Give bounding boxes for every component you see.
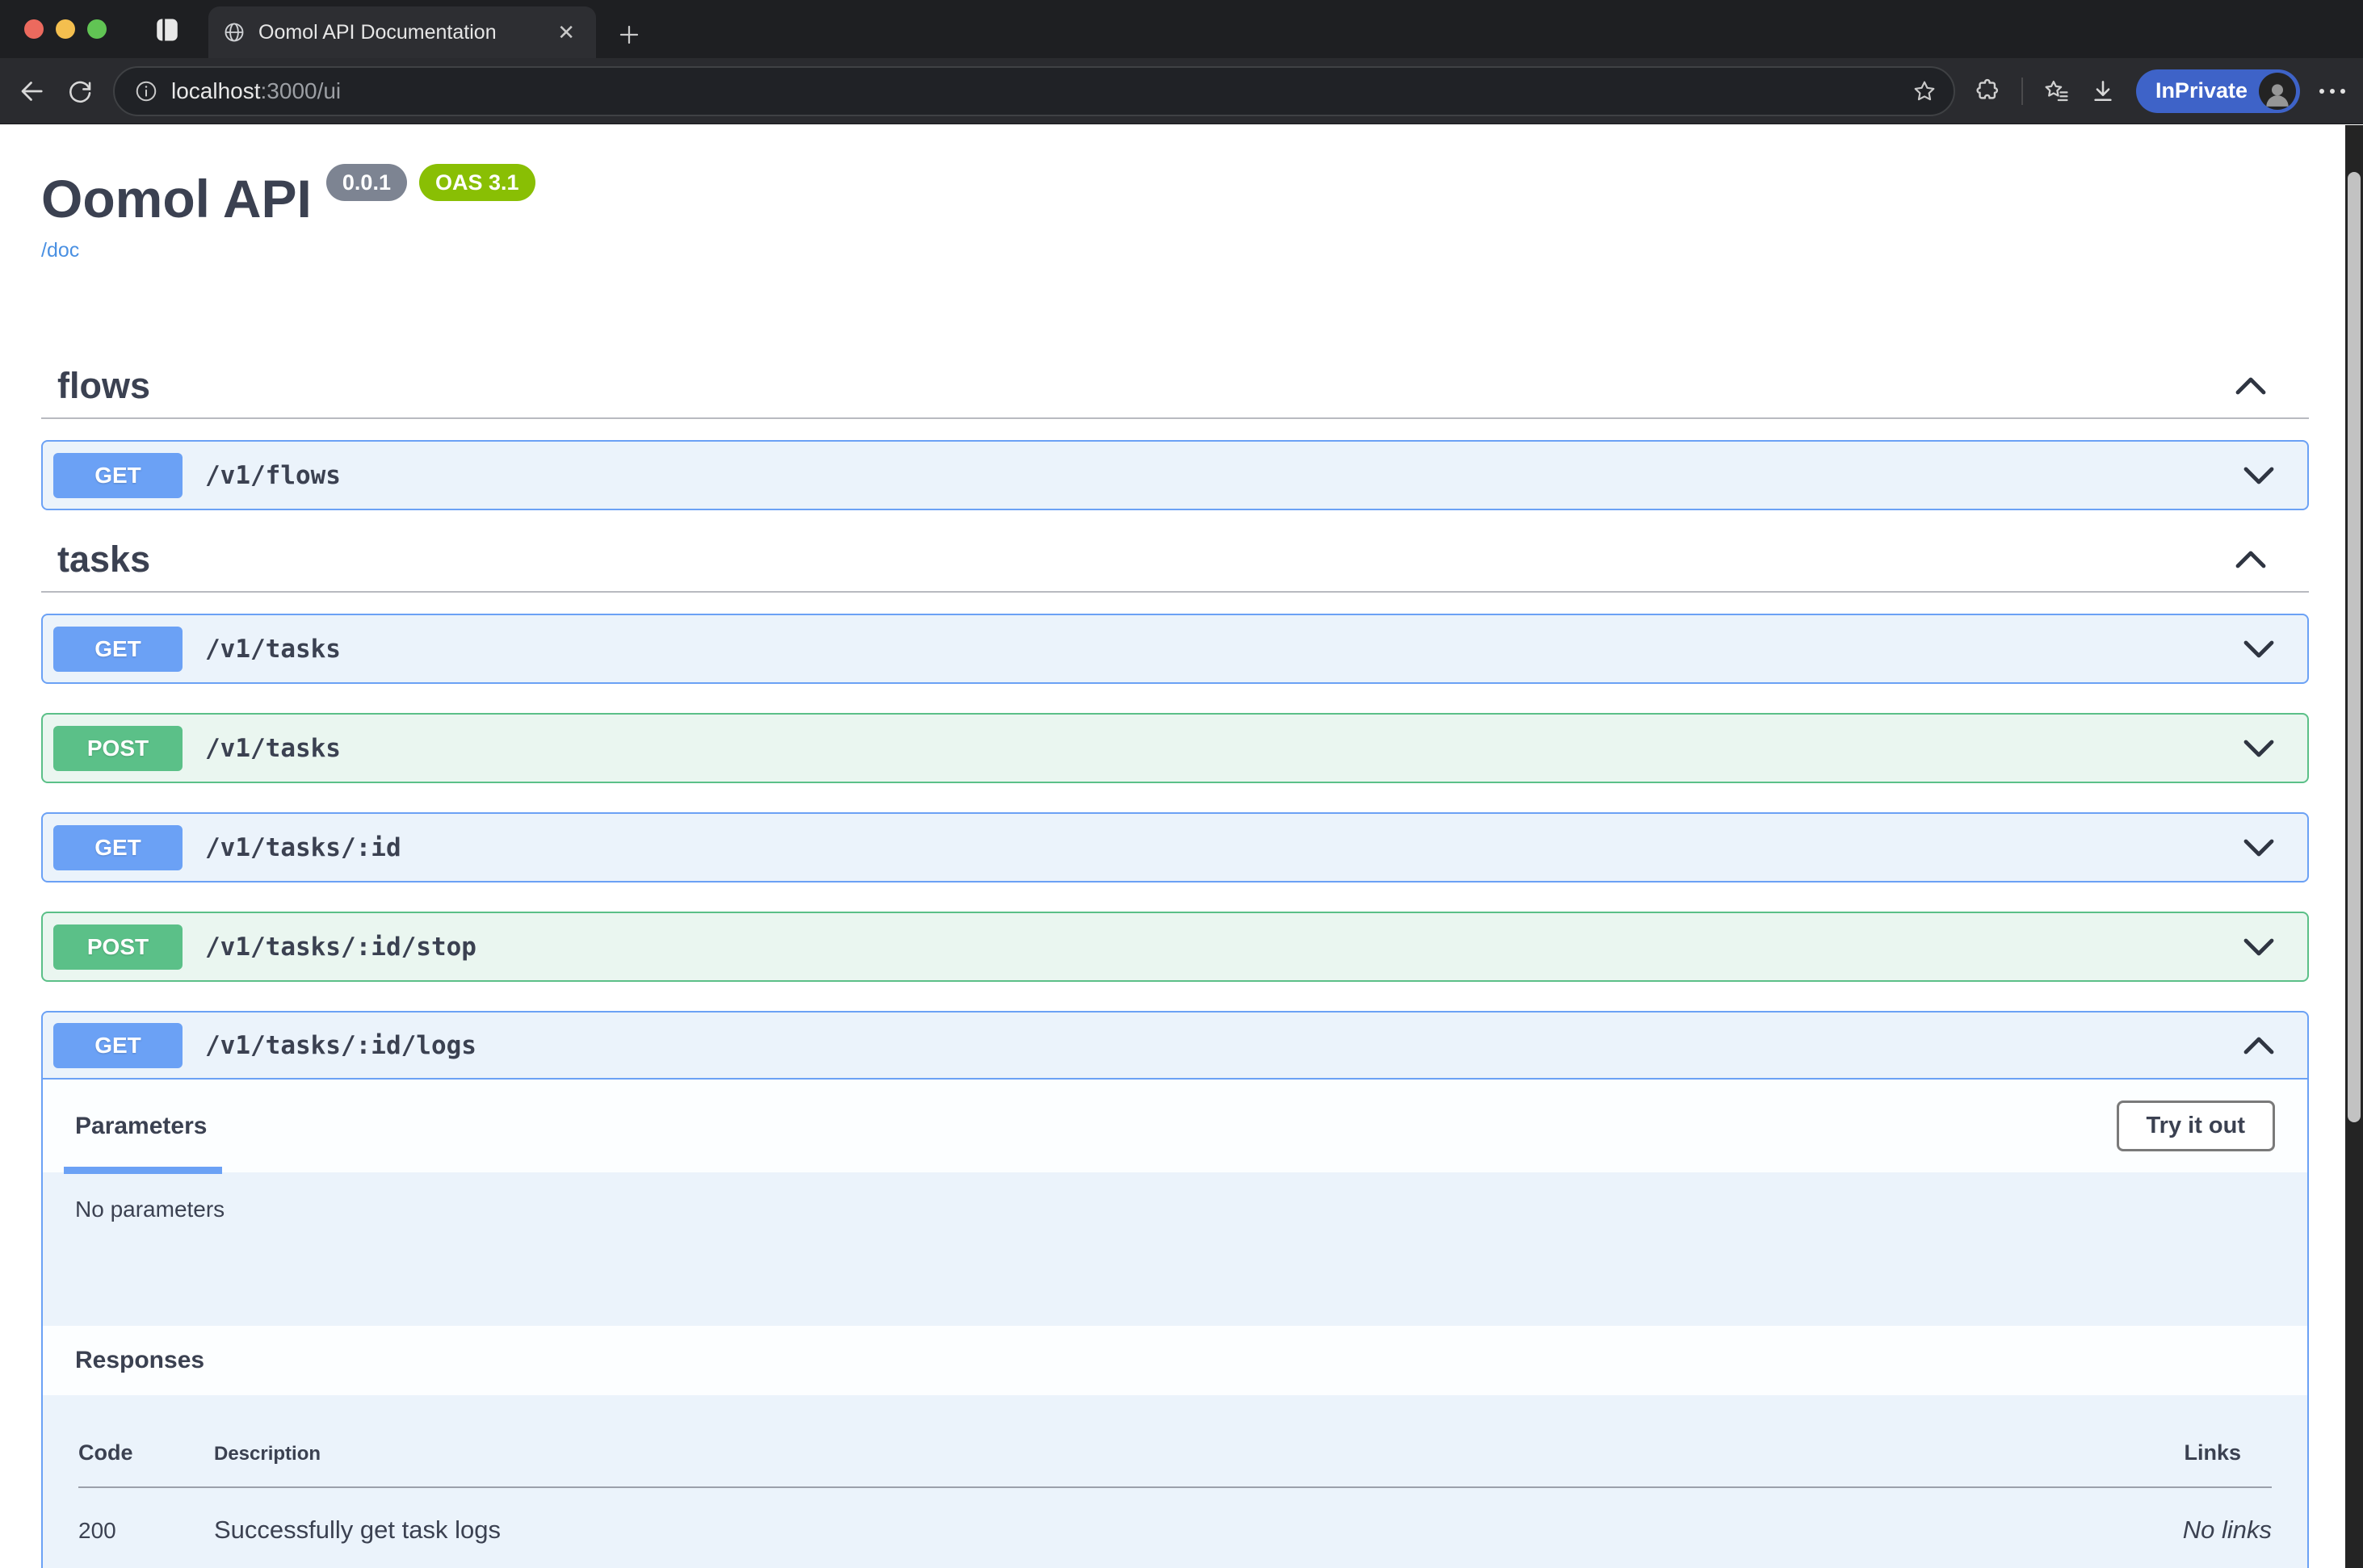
collections-star-icon[interactable] <box>2042 78 2070 105</box>
method-badge: GET <box>53 1023 183 1068</box>
column-header-code: Code <box>78 1440 214 1465</box>
chevron-up-icon[interactable] <box>2235 550 2267 569</box>
extensions-puzzle-icon[interactable] <box>1975 78 2002 105</box>
site-info-icon[interactable] <box>134 79 158 103</box>
page-title: Oomol API <box>41 172 312 225</box>
scrollbar-thumb[interactable] <box>2348 172 2361 1122</box>
chevron-down-icon[interactable] <box>2243 466 2275 485</box>
section-tasks: tasks GET /v1/tasks <box>41 539 2309 1568</box>
toolbar-divider <box>2021 78 2023 105</box>
url-text[interactable]: localhost:3000/ui <box>171 78 341 104</box>
section-flows: flows GET /v1/flows <box>41 366 2309 510</box>
method-badge: POST <box>53 726 183 771</box>
op-path: /v1/tasks/:id/stop <box>205 933 476 962</box>
back-icon[interactable] <box>18 77 47 106</box>
version-badge: 0.0.1 <box>326 164 407 201</box>
method-badge: POST <box>53 924 183 970</box>
inprivate-label: InPrivate <box>2155 78 2248 103</box>
op-summary[interactable]: POST /v1/tasks/:id/stop <box>43 913 2307 980</box>
api-title-row: Oomol API 0.0.1 OAS 3.1 <box>41 172 2309 225</box>
active-tab-underline <box>64 1167 222 1174</box>
chevron-up-icon[interactable] <box>2235 376 2267 396</box>
browser-tab-bar: Oomol API Documentation ✕ <box>0 0 2363 58</box>
column-header-links: Links <box>2184 1440 2272 1465</box>
browser-tab[interactable]: Oomol API Documentation ✕ <box>208 6 596 58</box>
section-tasks-title: tasks <box>57 539 150 580</box>
method-badge: GET <box>53 627 183 672</box>
chevron-down-icon[interactable] <box>2243 937 2275 957</box>
op-path: /v1/flows <box>205 461 341 490</box>
url-path: :3000/ui <box>261 78 342 103</box>
responses-table-header: Code Description Links <box>78 1440 2272 1488</box>
parameters-header: Parameters Try it out <box>43 1080 2307 1172</box>
opblock-post-v1-tasks-id-stop: POST /v1/tasks/:id/stop <box>41 912 2309 982</box>
opblock-get-v1-flows: GET /v1/flows <box>41 440 2309 510</box>
section-flows-title: flows <box>57 366 150 406</box>
bookmark-star-icon[interactable] <box>1912 78 1937 104</box>
api-badges: 0.0.1 OAS 3.1 <box>326 164 535 201</box>
browser-toolbar: localhost:3000/ui InPrivate <box>0 58 2363 124</box>
opblock-get-v1-tasks-id: GET /v1/tasks/:id <box>41 812 2309 883</box>
chevron-down-icon[interactable] <box>2243 639 2275 659</box>
section-tasks-header[interactable]: tasks <box>41 539 2309 593</box>
op-body: Parameters Try it out No parameters Resp… <box>43 1080 2307 1568</box>
tab-workspaces-icon[interactable] <box>153 16 181 44</box>
responses-title: Responses <box>75 1345 204 1376</box>
op-summary[interactable]: GET /v1/flows <box>43 442 2307 509</box>
responses-table: Code Description Links 200 Successfully … <box>43 1395 2307 1568</box>
opblock-get-v1-tasks-id-logs: GET /v1/tasks/:id/logs Parameters Try it… <box>41 1011 2309 1568</box>
url-host: localhost <box>171 78 261 103</box>
op-summary[interactable]: GET /v1/tasks <box>43 615 2307 682</box>
response-description: Successfully get task logs <box>214 1516 2183 1545</box>
method-badge: GET <box>53 453 183 498</box>
reload-icon[interactable] <box>66 78 94 105</box>
section-flows-header[interactable]: flows <box>41 366 2309 419</box>
tab-close-icon[interactable]: ✕ <box>552 20 580 44</box>
page-content: Oomol API 0.0.1 OAS 3.1 /doc flows GET /… <box>0 125 2345 1568</box>
op-summary[interactable]: POST /v1/tasks <box>43 715 2307 782</box>
browser-menu-icon[interactable] <box>2319 89 2345 94</box>
column-header-description: Description <box>214 1443 2184 1465</box>
op-path: /v1/tasks <box>205 635 341 664</box>
response-links: No links <box>2183 1516 2272 1545</box>
chevron-up-icon[interactable] <box>2243 1036 2275 1055</box>
op-path: /v1/tasks/:id <box>205 833 401 862</box>
oas-badge: OAS 3.1 <box>419 164 535 201</box>
opblock-get-v1-tasks: GET /v1/tasks <box>41 614 2309 684</box>
new-tab-button[interactable] <box>617 23 641 47</box>
chevron-down-icon[interactable] <box>2243 838 2275 857</box>
window-controls <box>24 19 107 39</box>
no-parameters-text: No parameters <box>75 1197 225 1222</box>
op-summary[interactable]: GET /v1/tasks/:id/logs <box>43 1012 2307 1080</box>
doc-link[interactable]: /doc <box>41 238 79 262</box>
chevron-down-icon[interactable] <box>2243 739 2275 758</box>
opblock-post-v1-tasks: POST /v1/tasks <box>41 713 2309 783</box>
parameters-body: No parameters <box>43 1172 2307 1326</box>
op-path: /v1/tasks <box>205 734 341 763</box>
response-code: 200 <box>78 1518 214 1544</box>
downloads-icon[interactable] <box>2089 78 2117 105</box>
table-row: 200 Successfully get task logs No links <box>78 1488 2272 1545</box>
inprivate-badge[interactable]: InPrivate <box>2136 69 2300 113</box>
site-favicon-globe-icon <box>223 21 246 44</box>
profile-avatar-icon[interactable] <box>2259 73 2296 110</box>
scrollbar-track[interactable] <box>2345 125 2363 1568</box>
op-summary[interactable]: GET /v1/tasks/:id <box>43 814 2307 881</box>
window-close-button[interactable] <box>24 19 44 39</box>
tab-parameters[interactable]: Parameters <box>75 1113 207 1140</box>
window-minimize-button[interactable] <box>56 19 75 39</box>
op-path: /v1/tasks/:id/logs <box>205 1031 476 1060</box>
address-bar[interactable]: localhost:3000/ui <box>113 66 1955 116</box>
try-it-out-button[interactable]: Try it out <box>2117 1101 2275 1151</box>
method-badge: GET <box>53 825 183 870</box>
responses-header: Responses <box>43 1326 2307 1395</box>
window-zoom-button[interactable] <box>87 19 107 39</box>
tab-title: Oomol API Documentation <box>258 21 539 44</box>
